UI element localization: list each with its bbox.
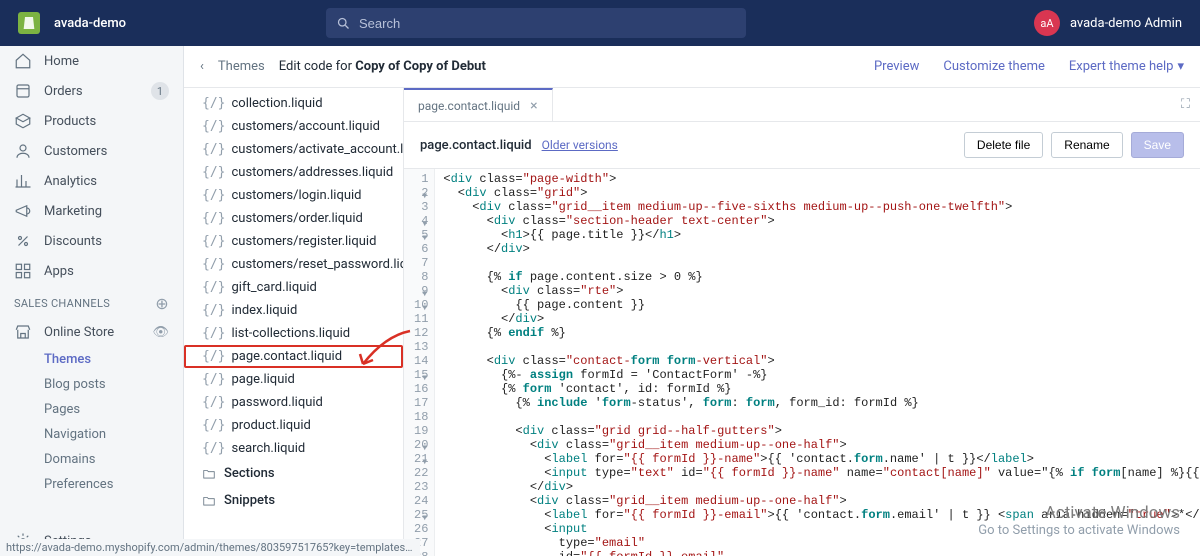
liquid-file-icon: {/}: [202, 395, 225, 410]
liquid-file-icon: {/}: [202, 280, 225, 295]
delete-button[interactable]: Delete file: [964, 132, 1043, 158]
file-item[interactable]: {/}page.liquid: [184, 368, 403, 391]
add-channel-icon[interactable]: ⊕: [155, 294, 169, 313]
content-area: ‹ Themes Edit code for Copy of Copy of D…: [184, 46, 1200, 556]
store-name: avada-demo: [54, 16, 126, 31]
file-item[interactable]: {/}list-collections.liquid: [184, 322, 403, 345]
sales-channels-label: SALES CHANNELS ⊕: [0, 286, 183, 317]
user-name[interactable]: avada-demo Admin: [1070, 16, 1182, 31]
products-icon: [14, 112, 32, 130]
liquid-file-icon: {/}: [202, 303, 225, 318]
liquid-file-icon: {/}: [202, 441, 225, 456]
file-item[interactable]: {/}customers/addresses.liquid: [184, 161, 403, 184]
sidebar: HomeOrders1ProductsCustomersAnalyticsMar…: [0, 46, 184, 556]
sidebar-item-marketing[interactable]: Marketing: [0, 196, 183, 226]
shopify-logo: [18, 12, 40, 34]
expand-icon[interactable]: ⛶: [1181, 97, 1190, 112]
sidebar-sub-domains[interactable]: Domains: [0, 447, 183, 472]
search-box[interactable]: [326, 8, 746, 38]
editor-tabs: page.contact.liquid × ⛶: [404, 88, 1200, 122]
sidebar-item-home[interactable]: Home: [0, 46, 183, 76]
file-item[interactable]: {/}customers/register.liquid: [184, 230, 403, 253]
liquid-file-icon: {/}: [202, 188, 225, 203]
sidebar-sub-blog-posts[interactable]: Blog posts: [0, 372, 183, 397]
sidebar-sub-navigation[interactable]: Navigation: [0, 422, 183, 447]
file-item[interactable]: {/}customers/activate_account.li: [184, 138, 403, 161]
sidebar-channel-online-store[interactable]: Online Store👁: [0, 317, 183, 347]
liquid-file-icon: {/}: [202, 257, 225, 272]
discounts-icon: [14, 232, 32, 250]
sidebar-sub-pages[interactable]: Pages: [0, 397, 183, 422]
file-item[interactable]: {/}customers/account.liquid: [184, 115, 403, 138]
marketing-icon: [14, 202, 32, 220]
customers-icon: [14, 142, 32, 160]
file-item[interactable]: {/}product.liquid: [184, 414, 403, 437]
avatar[interactable]: aA: [1034, 10, 1060, 36]
badge: 1: [151, 82, 169, 100]
file-item[interactable]: {/}index.liquid: [184, 299, 403, 322]
eye-icon[interactable]: 👁: [152, 325, 169, 340]
sidebar-item-customers[interactable]: Customers: [0, 136, 183, 166]
file-item[interactable]: {/}customers/login.liquid: [184, 184, 403, 207]
customize-link[interactable]: Customize theme: [943, 59, 1045, 74]
preview-link[interactable]: Preview: [874, 59, 919, 74]
older-versions-link[interactable]: Older versions: [542, 138, 618, 152]
liquid-file-icon: {/}: [202, 372, 225, 387]
file-item[interactable]: {/}customers/order.liquid: [184, 207, 403, 230]
editor-pane: page.contact.liquid × ⛶ page.contact.liq…: [404, 88, 1200, 556]
file-item[interactable]: {/}password.liquid: [184, 391, 403, 414]
status-url: https://avada-demo.myshopify.com/admin/t…: [0, 539, 420, 556]
sidebar-item-products[interactable]: Products: [0, 106, 183, 136]
file-item[interactable]: {/}customers/reset_password.liq: [184, 253, 403, 276]
top-bar: avada-demo aA avada-demo Admin: [0, 0, 1200, 46]
file-tree: {/}collection.liquid{/}customers/account…: [184, 88, 404, 556]
liquid-file-icon: {/}: [202, 96, 225, 111]
liquid-file-icon: {/}: [202, 418, 225, 433]
code-editor[interactable]: 1 ▾23 ▾4 ▾5678 ▾9 ▾1011121314 ▾151617181…: [404, 169, 1200, 556]
file-title: page.contact.liquid: [420, 138, 532, 153]
folder-sections[interactable]: Sections: [184, 460, 403, 487]
close-icon[interactable]: ×: [530, 98, 537, 114]
liquid-file-icon: {/}: [202, 165, 225, 180]
rename-button[interactable]: Rename: [1051, 132, 1122, 158]
file-item[interactable]: {/}gift_card.liquid: [184, 276, 403, 299]
folder-icon: [202, 467, 216, 481]
orders-icon: [14, 82, 32, 100]
analytics-icon: [14, 172, 32, 190]
apps-icon: [14, 262, 32, 280]
liquid-file-icon: {/}: [202, 326, 225, 341]
store-icon: [14, 323, 32, 341]
save-button[interactable]: Save: [1131, 132, 1184, 158]
sidebar-sub-preferences[interactable]: Preferences: [0, 472, 183, 497]
sidebar-item-apps[interactable]: Apps: [0, 256, 183, 286]
search-input[interactable]: [359, 16, 736, 31]
sidebar-item-discounts[interactable]: Discounts: [0, 226, 183, 256]
theme-actions: Preview Customize theme Expert theme hel…: [874, 59, 1184, 74]
liquid-file-icon: {/}: [202, 142, 225, 157]
sidebar-item-analytics[interactable]: Analytics: [0, 166, 183, 196]
windows-watermark: Activate Windows Go to Settings to activ…: [978, 503, 1180, 538]
liquid-file-icon: {/}: [202, 234, 225, 249]
expert-help-link[interactable]: Expert theme help▾: [1069, 59, 1184, 74]
folder-icon: [202, 494, 216, 508]
back-chevron-icon[interactable]: ‹: [200, 59, 204, 74]
breadcrumb-back[interactable]: Themes: [218, 59, 265, 74]
home-icon: [14, 52, 32, 70]
liquid-file-icon: {/}: [202, 349, 225, 364]
liquid-file-icon: {/}: [202, 211, 225, 226]
file-item[interactable]: {/}search.liquid: [184, 437, 403, 460]
file-action-bar: page.contact.liquid Older versions Delet…: [404, 122, 1200, 169]
sidebar-item-orders[interactable]: Orders1: [0, 76, 183, 106]
sidebar-sub-themes[interactable]: Themes: [0, 347, 183, 372]
file-item[interactable]: {/}page.contact.liquid: [184, 345, 403, 368]
editor-tab[interactable]: page.contact.liquid ×: [404, 88, 553, 121]
breadcrumb-bar: ‹ Themes Edit code for Copy of Copy of D…: [184, 46, 1200, 88]
liquid-file-icon: {/}: [202, 119, 225, 134]
search-icon: [336, 16, 351, 31]
edit-code-label: Edit code for Copy of Copy of Debut: [279, 59, 486, 74]
file-item[interactable]: {/}collection.liquid: [184, 92, 403, 115]
folder-snippets[interactable]: Snippets: [184, 487, 403, 514]
